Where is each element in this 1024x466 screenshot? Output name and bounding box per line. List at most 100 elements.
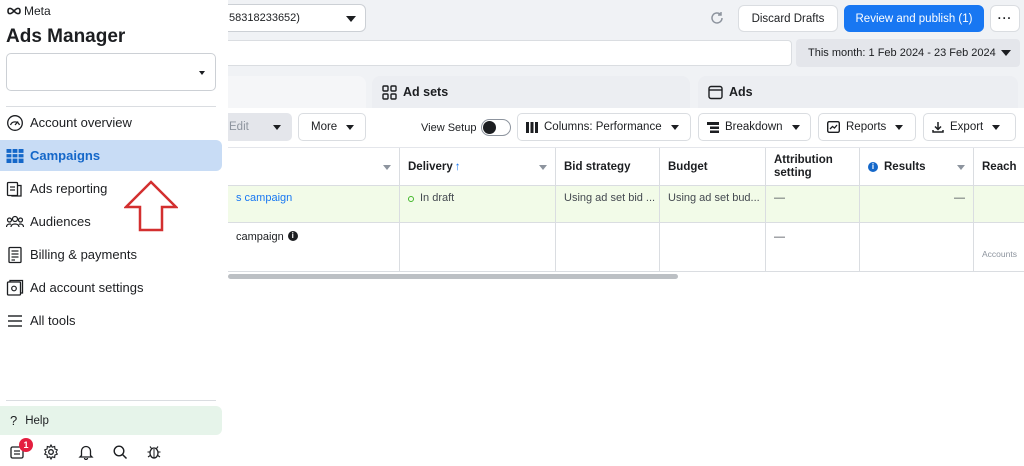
- sidebar-item-label: Ad account settings: [30, 280, 144, 295]
- app-title: Ads Manager: [6, 26, 126, 47]
- table-row[interactable]: s campaign In draft Using ad set bid ...…: [228, 186, 1024, 223]
- column-header-bid-strategy[interactable]: Bid strategy: [556, 148, 660, 186]
- sidebar-item-audiences[interactable]: Audiences: [0, 206, 222, 237]
- delivery-cell: [400, 223, 556, 271]
- report-icon: [6, 181, 22, 197]
- column-header-results-label: Results: [884, 161, 926, 173]
- bid-strategy-cell: Using ad set bid ...: [556, 186, 660, 222]
- chevron-down-icon: [346, 124, 355, 130]
- columns-button[interactable]: Columns: Performance: [517, 113, 691, 141]
- tab-campaigns[interactable]: [228, 76, 366, 108]
- billing-icon: [8, 246, 22, 263]
- campaign-name-cell[interactable]: campaign i: [228, 223, 400, 271]
- column-header-results[interactable]: i Results: [860, 148, 974, 186]
- reach-cell: [974, 186, 1024, 222]
- sidebar-divider: [6, 400, 216, 401]
- chevron-down-icon: [199, 71, 205, 75]
- breakdown-button-label: Breakdown: [725, 121, 783, 133]
- account-selector[interactable]: 58318233652): [228, 4, 366, 32]
- tab-ad-sets-label: Ad sets: [403, 85, 449, 99]
- column-header-budget-label: Budget: [668, 161, 708, 173]
- table-toolbar: Edit More View Setup Columns: Performanc…: [228, 108, 1024, 148]
- edit-button[interactable]: Edit: [228, 113, 292, 141]
- sidebar-item-label: Billing & payments: [30, 247, 137, 262]
- refresh-icon[interactable]: [706, 7, 728, 29]
- info-icon[interactable]: i: [868, 162, 878, 172]
- account-selector-text: 58318233652): [229, 12, 300, 24]
- ad-account-dropdown[interactable]: [6, 53, 216, 91]
- view-setup-toggle[interactable]: [481, 119, 511, 136]
- sidebar-footer-icons: 1: [0, 437, 228, 466]
- help-label: Help: [25, 414, 49, 427]
- search-icon[interactable]: [109, 441, 131, 463]
- export-button[interactable]: Export: [923, 113, 1016, 141]
- sidebar-item-billing[interactable]: Billing & payments: [0, 239, 222, 270]
- horizontal-scrollbar[interactable]: [228, 274, 678, 279]
- column-header-delivery-label: Delivery: [408, 161, 453, 173]
- attribution-cell: —: [766, 186, 860, 222]
- column-header-bid-strategy-label: Bid strategy: [564, 161, 631, 173]
- ads-icon: [708, 85, 723, 99]
- column-header-name[interactable]: [228, 148, 400, 186]
- chevron-down-icon: [273, 125, 281, 130]
- campaign-name-text: campaign: [236, 231, 284, 243]
- sidebar-item-all-tools[interactable]: All tools: [0, 305, 222, 336]
- sidebar-item-label: Account overview: [30, 115, 132, 130]
- gear-icon[interactable]: [40, 441, 62, 463]
- budget-cell: Using ad set bud...: [660, 186, 766, 222]
- settings-doc-icon: [6, 279, 24, 296]
- bell-icon[interactable]: [75, 441, 97, 463]
- chevron-down-icon: [791, 124, 800, 130]
- notifications-inbox-icon[interactable]: 1: [6, 438, 33, 463]
- export-button-label: Export: [950, 121, 984, 133]
- date-range-label: This month: 1 Feb 2024 - 23 Feb 2024: [808, 47, 996, 59]
- chevron-down-icon: [539, 165, 547, 170]
- bug-report-icon[interactable]: [143, 441, 165, 463]
- help-button[interactable]: ? Help: [0, 406, 222, 435]
- annotation-arrow-icon: [124, 180, 178, 232]
- column-header-delivery[interactable]: Delivery ↑: [400, 148, 556, 186]
- sidebar-item-campaigns[interactable]: Campaigns: [0, 140, 222, 171]
- discard-drafts-button[interactable]: Discard Drafts: [738, 5, 838, 32]
- attribution-cell: —: [766, 223, 860, 271]
- chevron-down-icon: [383, 165, 391, 170]
- view-setup-label: View Setup: [421, 122, 477, 134]
- search-input[interactable]: [228, 40, 792, 66]
- more-options-button[interactable]: ···: [990, 5, 1020, 32]
- more-button[interactable]: More: [298, 113, 366, 141]
- meta-logo[interactable]: Meta: [6, 4, 51, 18]
- column-header-budget[interactable]: Budget: [660, 148, 766, 186]
- campaign-name-cell[interactable]: s campaign: [228, 186, 400, 222]
- sidebar: Meta Ads Manager Account overview Campai…: [0, 0, 228, 466]
- date-range-picker[interactable]: This month: 1 Feb 2024 - 23 Feb 2024: [796, 39, 1020, 67]
- chevron-down-icon: [670, 124, 679, 130]
- column-header-attribution-setting[interactable]: Attribution setting: [766, 148, 860, 186]
- chevron-down-icon: [992, 124, 1001, 130]
- info-icon[interactable]: i: [287, 231, 298, 241]
- chevron-down-icon: [1001, 50, 1011, 56]
- sort-ascending-icon: ↑: [454, 161, 461, 173]
- sidebar-item-ad-account-settings[interactable]: Ad account settings: [0, 272, 222, 303]
- sidebar-item-label: All tools: [30, 313, 76, 328]
- breakdown-button[interactable]: Breakdown: [698, 113, 811, 141]
- review-and-publish-button[interactable]: Review and publish (1): [844, 5, 984, 32]
- draft-status-dot: [408, 196, 414, 202]
- reports-button[interactable]: Reports: [818, 113, 916, 141]
- sidebar-item-account-overview[interactable]: Account overview: [0, 107, 222, 138]
- meta-logo-text: Meta: [24, 4, 51, 18]
- tab-ad-sets[interactable]: Ad sets: [372, 76, 690, 108]
- delivery-status-text: In draft: [420, 192, 455, 204]
- columns-button-label: Columns: Performance: [544, 121, 662, 133]
- tab-ads[interactable]: Ads: [698, 76, 1018, 108]
- table-grid-icon: [6, 148, 24, 163]
- column-header-reach[interactable]: Reach: [974, 148, 1024, 186]
- results-cell: [860, 223, 974, 271]
- sidebar-item-ads-reporting[interactable]: Ads reporting: [0, 173, 222, 204]
- budget-cell: [660, 223, 766, 271]
- ad-sets-icon: [382, 84, 397, 100]
- breakdown-icon: [707, 121, 719, 133]
- table-row[interactable]: campaign i — Accounts: [228, 223, 1024, 272]
- campaign-name-link[interactable]: s campaign: [236, 192, 292, 204]
- sidebar-item-label: Campaigns: [30, 148, 101, 163]
- columns-icon: [526, 121, 538, 133]
